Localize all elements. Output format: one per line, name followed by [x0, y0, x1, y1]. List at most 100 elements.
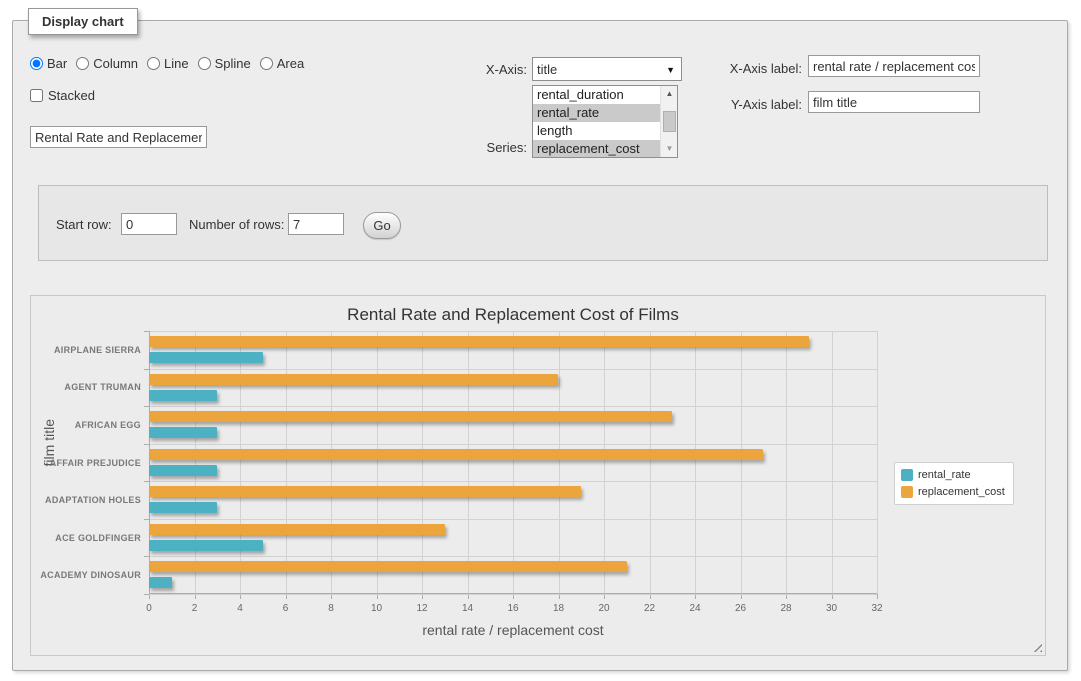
- bar-replacement_cost[interactable]: [149, 374, 558, 385]
- gridline-horizontal: [149, 331, 877, 332]
- start-row-input[interactable]: [121, 213, 177, 235]
- resize-grip-icon[interactable]: [1031, 641, 1042, 652]
- gridline-horizontal: [149, 369, 877, 370]
- stacked-checkbox[interactable]: [30, 89, 43, 102]
- x-axis-select[interactable]: title ▼: [532, 57, 682, 81]
- chart-title-input[interactable]: [30, 126, 207, 148]
- x-axis-label-input[interactable]: [808, 55, 980, 77]
- chart-container: Rental Rate and Replacement Cost of Film…: [30, 295, 1046, 656]
- category-label: AGENT TRUMAN: [31, 382, 141, 392]
- y-axis-line: [149, 331, 150, 594]
- y-axis-label-input[interactable]: [808, 91, 980, 113]
- x-axis-line: [149, 593, 877, 594]
- x-tick-label: 28: [766, 603, 806, 614]
- gridline-vertical: [741, 331, 742, 594]
- chart-type-radio-column[interactable]: [76, 57, 89, 70]
- series-option-rental_rate[interactable]: rental_rate: [533, 104, 660, 122]
- bar-replacement_cost[interactable]: [149, 486, 581, 497]
- bar-replacement_cost[interactable]: [149, 336, 809, 347]
- gridline-vertical: [286, 331, 287, 594]
- bar-replacement_cost[interactable]: [149, 449, 763, 460]
- bar-rental_rate[interactable]: [149, 352, 263, 363]
- bar-replacement_cost[interactable]: [149, 411, 672, 422]
- gridline-vertical: [786, 331, 787, 594]
- gridline-vertical: [240, 331, 241, 594]
- gridline-vertical: [832, 331, 833, 594]
- x-axis-title: rental rate / replacement cost: [149, 622, 877, 638]
- gridline-vertical: [468, 331, 469, 594]
- chart-type-radio-spline[interactable]: [198, 57, 211, 70]
- chart-type-radio-bar[interactable]: [30, 57, 43, 70]
- bar-replacement_cost[interactable]: [149, 524, 445, 535]
- bar-rental_rate[interactable]: [149, 465, 217, 476]
- x-tick-label: 4: [220, 603, 260, 614]
- plot-area: [149, 331, 877, 594]
- bar-rental_rate[interactable]: [149, 577, 172, 588]
- scrollbar-thumb[interactable]: [663, 111, 676, 132]
- scroll-down-icon[interactable]: ▼: [661, 141, 678, 157]
- x-axis-caption: X-Axis:: [465, 62, 527, 77]
- category-label: ADAPTATION HOLES: [31, 495, 141, 505]
- category-label: AIRPLANE SIERRA: [31, 345, 141, 355]
- gridline-vertical: [195, 331, 196, 594]
- gridline-vertical: [559, 331, 560, 594]
- category-label: ACE GOLDFINGER: [31, 533, 141, 543]
- gridline-vertical: [513, 331, 514, 594]
- bar-rental_rate[interactable]: [149, 390, 217, 401]
- bar-rental_rate[interactable]: [149, 502, 217, 513]
- x-tick-label: 14: [448, 603, 488, 614]
- number-of-rows-input[interactable]: [288, 213, 344, 235]
- series-option-replacement_cost[interactable]: replacement_cost: [533, 140, 660, 158]
- gridline-vertical: [877, 331, 878, 594]
- gridline-horizontal: [149, 444, 877, 445]
- x-tick-label: 26: [721, 603, 761, 614]
- chart-type-label: Column: [93, 56, 138, 71]
- legend-label: rental_rate: [918, 469, 971, 481]
- scroll-up-icon[interactable]: ▲: [661, 86, 678, 102]
- gridline-vertical: [604, 331, 605, 594]
- chart-type-label: Bar: [47, 56, 67, 71]
- chart-type-area[interactable]: Area: [260, 56, 304, 71]
- x-tick-label: 0: [129, 603, 169, 614]
- x-axis-tick: [877, 594, 878, 599]
- x-tick-label: 12: [402, 603, 442, 614]
- chart-type-label: Area: [277, 56, 304, 71]
- x-tick-label: 16: [493, 603, 533, 614]
- chevron-down-icon: ▼: [666, 65, 675, 75]
- chart-type-line[interactable]: Line: [147, 56, 189, 71]
- x-tick-label: 6: [266, 603, 306, 614]
- legend-item-replacement_cost[interactable]: replacement_cost: [901, 486, 1005, 498]
- x-tick-label: 32: [857, 603, 897, 614]
- x-tick-label: 8: [311, 603, 351, 614]
- series-option-rental_duration[interactable]: rental_duration: [533, 86, 660, 104]
- bar-rental_rate[interactable]: [149, 540, 263, 551]
- gridline-horizontal: [149, 556, 877, 557]
- number-of-rows-label: Number of rows:: [189, 217, 284, 232]
- bar-rental_rate[interactable]: [149, 427, 217, 438]
- go-button[interactable]: Go: [363, 212, 401, 239]
- chart-type-spline[interactable]: Spline: [198, 56, 251, 71]
- gridline-vertical: [695, 331, 696, 594]
- series-options: rental_durationrental_ratelengthreplacem…: [533, 86, 660, 157]
- chart-type-radio-line[interactable]: [147, 57, 160, 70]
- start-row-label: Start row:: [56, 217, 112, 232]
- gridline-horizontal: [149, 406, 877, 407]
- x-tick-label: 22: [630, 603, 670, 614]
- stacked-row: Stacked: [30, 88, 95, 103]
- chart-type-label: Line: [164, 56, 189, 71]
- chart-type-radio-area[interactable]: [260, 57, 273, 70]
- gridline-vertical: [650, 331, 651, 594]
- bar-replacement_cost[interactable]: [149, 561, 627, 572]
- series-listbox[interactable]: rental_durationrental_ratelengthreplacem…: [532, 85, 678, 158]
- category-label: AFRICAN EGG: [31, 420, 141, 430]
- chart-type-bar[interactable]: Bar: [30, 56, 67, 71]
- chart-type-column[interactable]: Column: [76, 56, 138, 71]
- series-scrollbar[interactable]: ▲ ▼: [660, 86, 677, 157]
- category-label: ACADEMY DINOSAUR: [31, 570, 141, 580]
- rows-panel: Start row: Number of rows: Go: [38, 185, 1048, 261]
- legend-swatch-replacement_cost: [901, 486, 913, 498]
- series-caption: Series:: [465, 140, 527, 155]
- series-option-length[interactable]: length: [533, 122, 660, 140]
- fieldset-legend: Display chart: [28, 8, 138, 35]
- legend-item-rental_rate[interactable]: rental_rate: [901, 469, 1005, 481]
